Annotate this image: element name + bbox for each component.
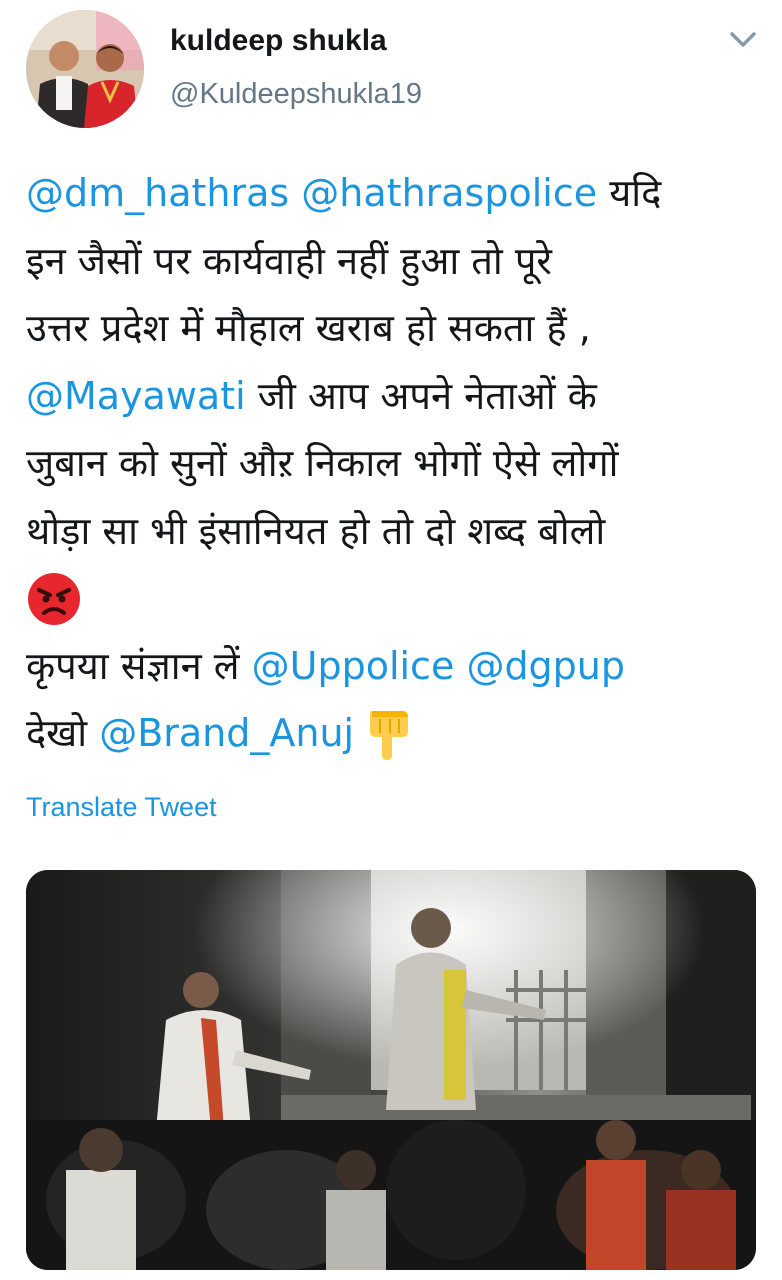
tweet-text-segment: देखो (26, 711, 100, 755)
tweet-text-segment (454, 644, 466, 688)
mention-link[interactable]: @hathraspolice (301, 171, 597, 215)
tweet-text: @dm_hathras @hathraspolice यदि इन जैसों प… (26, 160, 761, 768)
tweet-text-segment: उत्तर प्रदेश में मौहाल खराब हो सकता हैं … (26, 306, 591, 350)
tweet-text-segment: यदि (597, 171, 662, 215)
tweet-line: देखो @Brand_Anuj (26, 700, 761, 768)
tweet-text-segment: जुबान को सुनों औऱ निकाल भोगों ऐसे लोगों (26, 441, 619, 485)
tweet-line: उत्तर प्रदेश में मौहाल खराब हो सकता हैं … (26, 295, 761, 363)
tweet-line: @dm_hathras @hathraspolice यदि (26, 160, 761, 228)
tweet-line: कृपया संज्ञान लें @Uppolice @dgpup (26, 633, 761, 701)
tweet-line (26, 565, 761, 633)
tweet-text-segment: थोड़ा सा भी इंसानियत हो तो दो शब्द बोलो (26, 508, 606, 553)
tweet-video-thumbnail[interactable] (26, 870, 756, 1270)
mention-link[interactable]: @dgpup (466, 644, 625, 688)
mention-link[interactable]: @Brand_Anuj (99, 711, 354, 755)
tweet-text-segment: इन जैसों पर कार्यवाही नहीं हुआ तो पूरे (26, 238, 552, 283)
tweet-text-segment (289, 171, 301, 215)
chevron-down-icon[interactable] (726, 28, 760, 52)
mention-link[interactable]: @Mayawati (26, 374, 246, 418)
author-display-name[interactable]: kuldeep shukla (170, 24, 387, 58)
angry-face-emoji-icon (26, 571, 82, 627)
mention-link[interactable]: @Uppolice (252, 644, 455, 688)
tweet-text-segment: जी आप अपने नेताओं के (245, 373, 597, 418)
tweet-line: जुबान को सुनों औऱ निकाल भोगों ऐसे लोगों (26, 430, 761, 498)
avatar[interactable] (26, 10, 144, 128)
tweet-line: @Mayawati जी आप अपने नेताओं के (26, 363, 761, 431)
translate-tweet-link[interactable]: Translate Tweet (26, 792, 217, 823)
tweet-line: इन जैसों पर कार्यवाही नहीं हुआ तो पूरे (26, 228, 761, 296)
pointing-down-emoji-icon (364, 705, 412, 761)
tweet-text-segment: कृपया संज्ञान लें (26, 643, 252, 688)
tweet-header: kuldeep shukla @Kuldeepshukla19 (0, 0, 782, 140)
author-handle[interactable]: @Kuldeepshukla19 (170, 78, 422, 111)
tweet-line: थोड़ा सा भी इंसानियत हो तो दो शब्द बोलो (26, 498, 761, 566)
mention-link[interactable]: @dm_hathras (26, 171, 289, 215)
